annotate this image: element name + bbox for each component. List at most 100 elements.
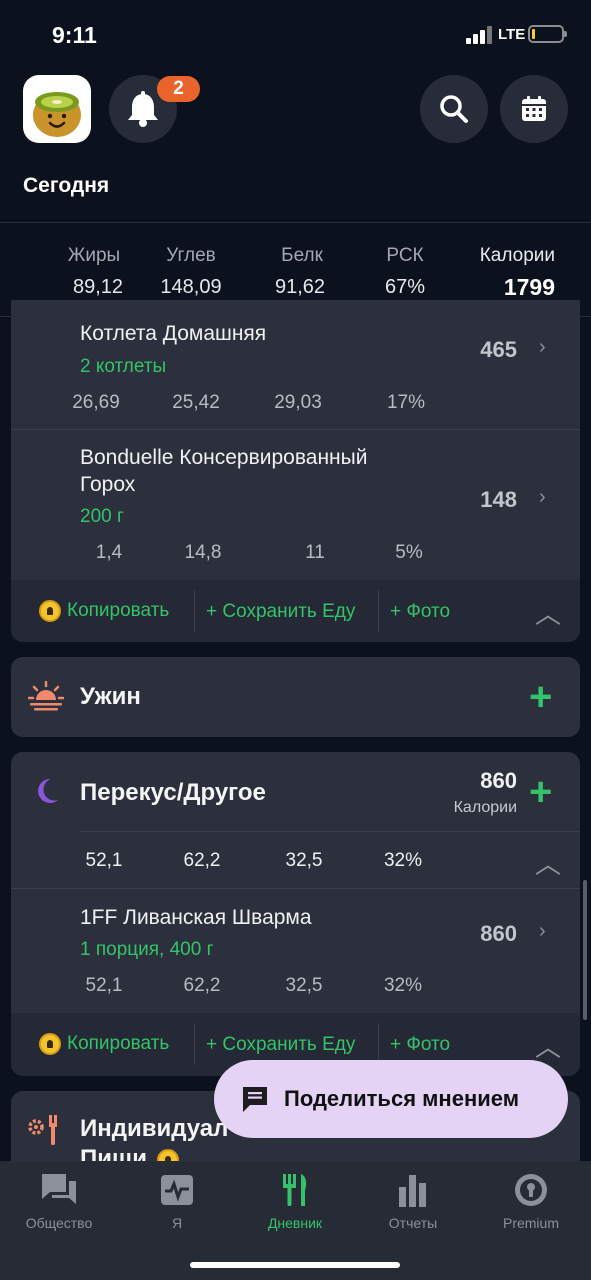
status-time: 9:11 bbox=[52, 22, 97, 48]
food-item-row[interactable]: Котлета Домашняя 2 котлеты 465 › 26,69 2… bbox=[11, 300, 580, 430]
scrollbar[interactable] bbox=[583, 880, 587, 1020]
notification-badge: 2 bbox=[157, 76, 200, 102]
message-icon bbox=[243, 1087, 267, 1112]
sunset-icon bbox=[27, 680, 65, 718]
food-calories: 148 bbox=[480, 487, 517, 512]
calendar-button[interactable] bbox=[500, 75, 568, 143]
premium-icon bbox=[472, 1171, 590, 1209]
add-photo-button[interactable]: + Фото bbox=[390, 1034, 450, 1056]
tab-label: Общество bbox=[25, 1215, 93, 1231]
save-food-button[interactable]: + Сохранить Еду bbox=[206, 601, 355, 623]
food-fat: 26,69 bbox=[72, 392, 120, 413]
dinner-card: Ужин + bbox=[11, 657, 580, 737]
copy-button[interactable]: Копировать bbox=[39, 1033, 169, 1055]
food-portion: 200 г bbox=[80, 506, 124, 527]
calendar-icon bbox=[522, 96, 546, 121]
meal-fat: 52,1 bbox=[85, 850, 123, 871]
meal-protein: 32,5 bbox=[285, 850, 323, 871]
tab-community[interactable]: Общество bbox=[0, 1171, 118, 1231]
copy-button[interactable]: Копировать bbox=[39, 600, 169, 622]
add-food-button[interactable]: + bbox=[529, 677, 552, 717]
carbs-value: 148,09 bbox=[160, 276, 222, 298]
custom-title-line1: Индивидуал bbox=[80, 1115, 229, 1142]
protein-label: Белк bbox=[281, 245, 323, 266]
food-rdi: 32% bbox=[383, 975, 423, 996]
calories-label: Калории bbox=[479, 245, 555, 266]
premium-lock-icon bbox=[39, 600, 61, 622]
meal-calories-label: Калории bbox=[453, 799, 517, 816]
chat-icon bbox=[0, 1171, 118, 1209]
lunch-card: Котлета Домашняя 2 котлеты 465 › 26,69 2… bbox=[11, 300, 580, 642]
copy-label: Копировать bbox=[67, 600, 170, 621]
rdi-label: РСК bbox=[386, 245, 424, 266]
app-logo-button[interactable] bbox=[23, 75, 91, 143]
meal-title: Перекус/Другое bbox=[80, 779, 266, 806]
food-name: Котлета Домашняя bbox=[80, 322, 267, 345]
chevron-right-icon: › bbox=[539, 920, 546, 942]
food-fat: 1,4 bbox=[95, 542, 123, 563]
meal-title: Ужин bbox=[80, 683, 141, 710]
save-food-button[interactable]: + Сохранить Еду bbox=[206, 1034, 355, 1056]
premium-lock-icon bbox=[39, 1033, 61, 1055]
tab-label: Дневник bbox=[267, 1215, 323, 1231]
tab-diary[interactable]: Дневник bbox=[236, 1171, 354, 1231]
food-portion: 1 порция, 400 г bbox=[80, 939, 214, 960]
add-food-button[interactable]: + bbox=[529, 772, 552, 812]
heart-pulse-icon bbox=[118, 1171, 236, 1209]
food-carbs: 14,8 bbox=[184, 542, 222, 563]
meal-carbs: 62,2 bbox=[183, 850, 221, 871]
divider bbox=[194, 590, 195, 632]
carbs-label: Углев bbox=[166, 245, 216, 266]
food-carbs: 25,42 bbox=[172, 392, 220, 413]
moon-icon bbox=[35, 778, 59, 809]
feedback-label: Поделиться мнением bbox=[284, 1086, 519, 1111]
copy-label: Копировать bbox=[67, 1033, 170, 1054]
fat-label: Жиры bbox=[67, 245, 121, 266]
search-icon bbox=[440, 95, 468, 123]
tab-label: Premium bbox=[502, 1215, 559, 1231]
divider bbox=[80, 831, 580, 832]
network-label: LTE bbox=[498, 26, 526, 43]
feedback-button[interactable]: Поделиться мнением bbox=[214, 1060, 568, 1138]
bell-icon bbox=[128, 91, 158, 127]
food-protein: 29,03 bbox=[274, 392, 322, 413]
tab-label: Отчеты bbox=[388, 1215, 438, 1231]
signal-icon bbox=[466, 26, 492, 44]
food-portion: 2 котлеты bbox=[80, 356, 167, 377]
chevron-up-icon[interactable]: ︿ bbox=[535, 594, 561, 631]
food-carbs: 62,2 bbox=[183, 975, 221, 996]
food-protein: 11 bbox=[305, 542, 325, 563]
food-calories: 465 bbox=[480, 337, 517, 362]
chevron-right-icon: › bbox=[539, 336, 546, 358]
tab-reports[interactable]: Отчеты bbox=[354, 1171, 472, 1231]
rdi-value: 67% bbox=[384, 276, 426, 298]
fat-value: 89,12 bbox=[72, 276, 124, 298]
kiwi-icon bbox=[33, 92, 81, 137]
gear-fork-icon bbox=[27, 1113, 63, 1152]
divider bbox=[194, 1023, 195, 1065]
divider bbox=[378, 1023, 379, 1065]
food-protein: 32,5 bbox=[285, 975, 323, 996]
battery-icon bbox=[528, 25, 567, 43]
food-item-row[interactable]: 1FF Ливанская Шварма 1 порция, 400 г 860… bbox=[11, 889, 580, 1013]
fork-knife-icon bbox=[236, 1171, 354, 1209]
food-rdi: 17% bbox=[386, 392, 426, 413]
add-photo-button[interactable]: + Фото bbox=[390, 601, 450, 623]
tab-premium[interactable]: Premium bbox=[472, 1171, 590, 1231]
search-button[interactable] bbox=[420, 75, 488, 143]
calories-total: 1799 bbox=[503, 274, 555, 300]
food-rdi: 5% bbox=[395, 542, 423, 563]
meal-action-bar: Копировать + Сохранить Еду + Фото ︿ bbox=[11, 580, 580, 642]
meal-calories: 860 bbox=[480, 768, 517, 793]
chevron-up-icon[interactable]: ︿ bbox=[535, 1027, 561, 1064]
meal-rdi: 32% bbox=[383, 850, 423, 871]
tab-me[interactable]: Я bbox=[118, 1171, 236, 1231]
page-title: Сегодня bbox=[23, 174, 110, 197]
food-item-row[interactable]: Bonduelle Консервированный Горох 200 г 1… bbox=[11, 430, 580, 580]
food-calories: 860 bbox=[480, 921, 517, 946]
home-indicator bbox=[190, 1262, 400, 1268]
chevron-right-icon: › bbox=[539, 486, 546, 508]
divider bbox=[0, 222, 591, 223]
food-name-line2: Горох bbox=[80, 473, 136, 496]
chevron-up-icon[interactable]: ︿ bbox=[535, 844, 561, 881]
